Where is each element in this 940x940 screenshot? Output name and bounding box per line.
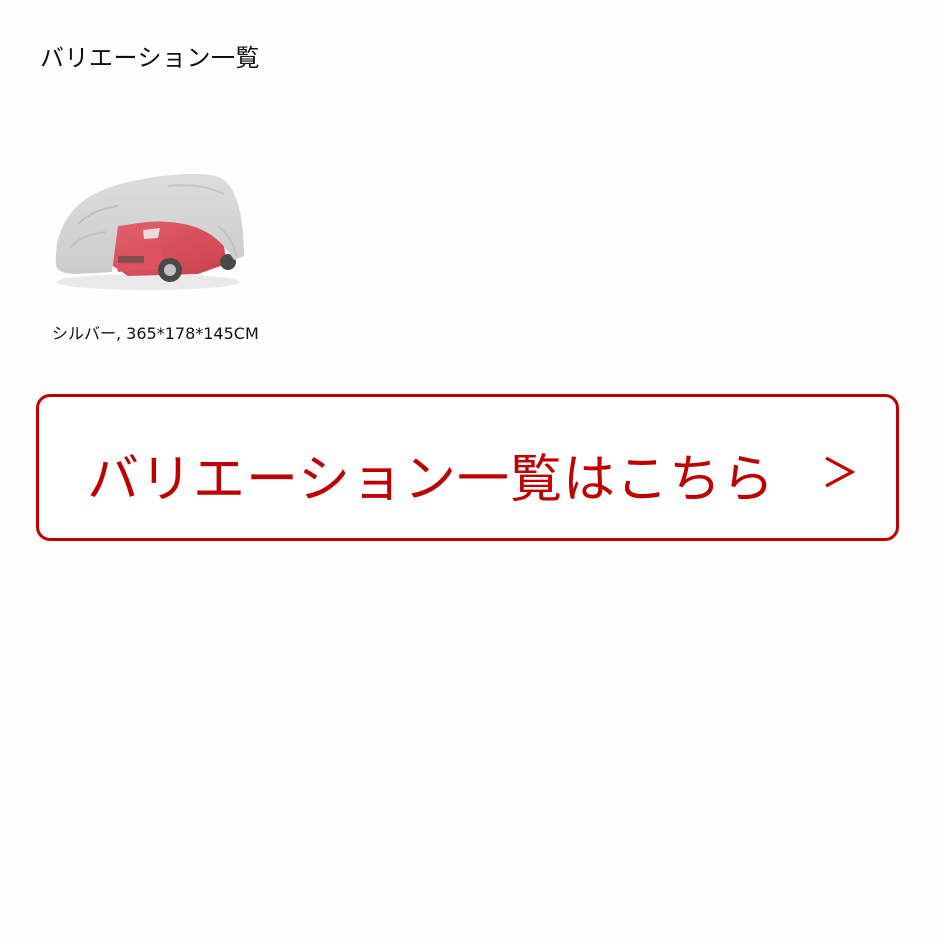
section-title: バリエーション一覧 — [40, 44, 261, 72]
page: バリエーション一覧 シルバー, 365*178*145CM バリエーション一覧は… — [0, 0, 940, 940]
view-variations-label: バリエーション一覧はこちら — [87, 450, 775, 510]
chevron-right-icon — [825, 456, 856, 488]
variant-label: シルバー, 365*178*145CM — [52, 324, 259, 343]
variant-card-silver[interactable]: シルバー, 365*178*145CM — [46, 160, 316, 350]
covered-car-thumbnail[interactable] — [48, 164, 248, 294]
view-variations-button[interactable]: バリエーション一覧はこちら — [36, 394, 899, 541]
